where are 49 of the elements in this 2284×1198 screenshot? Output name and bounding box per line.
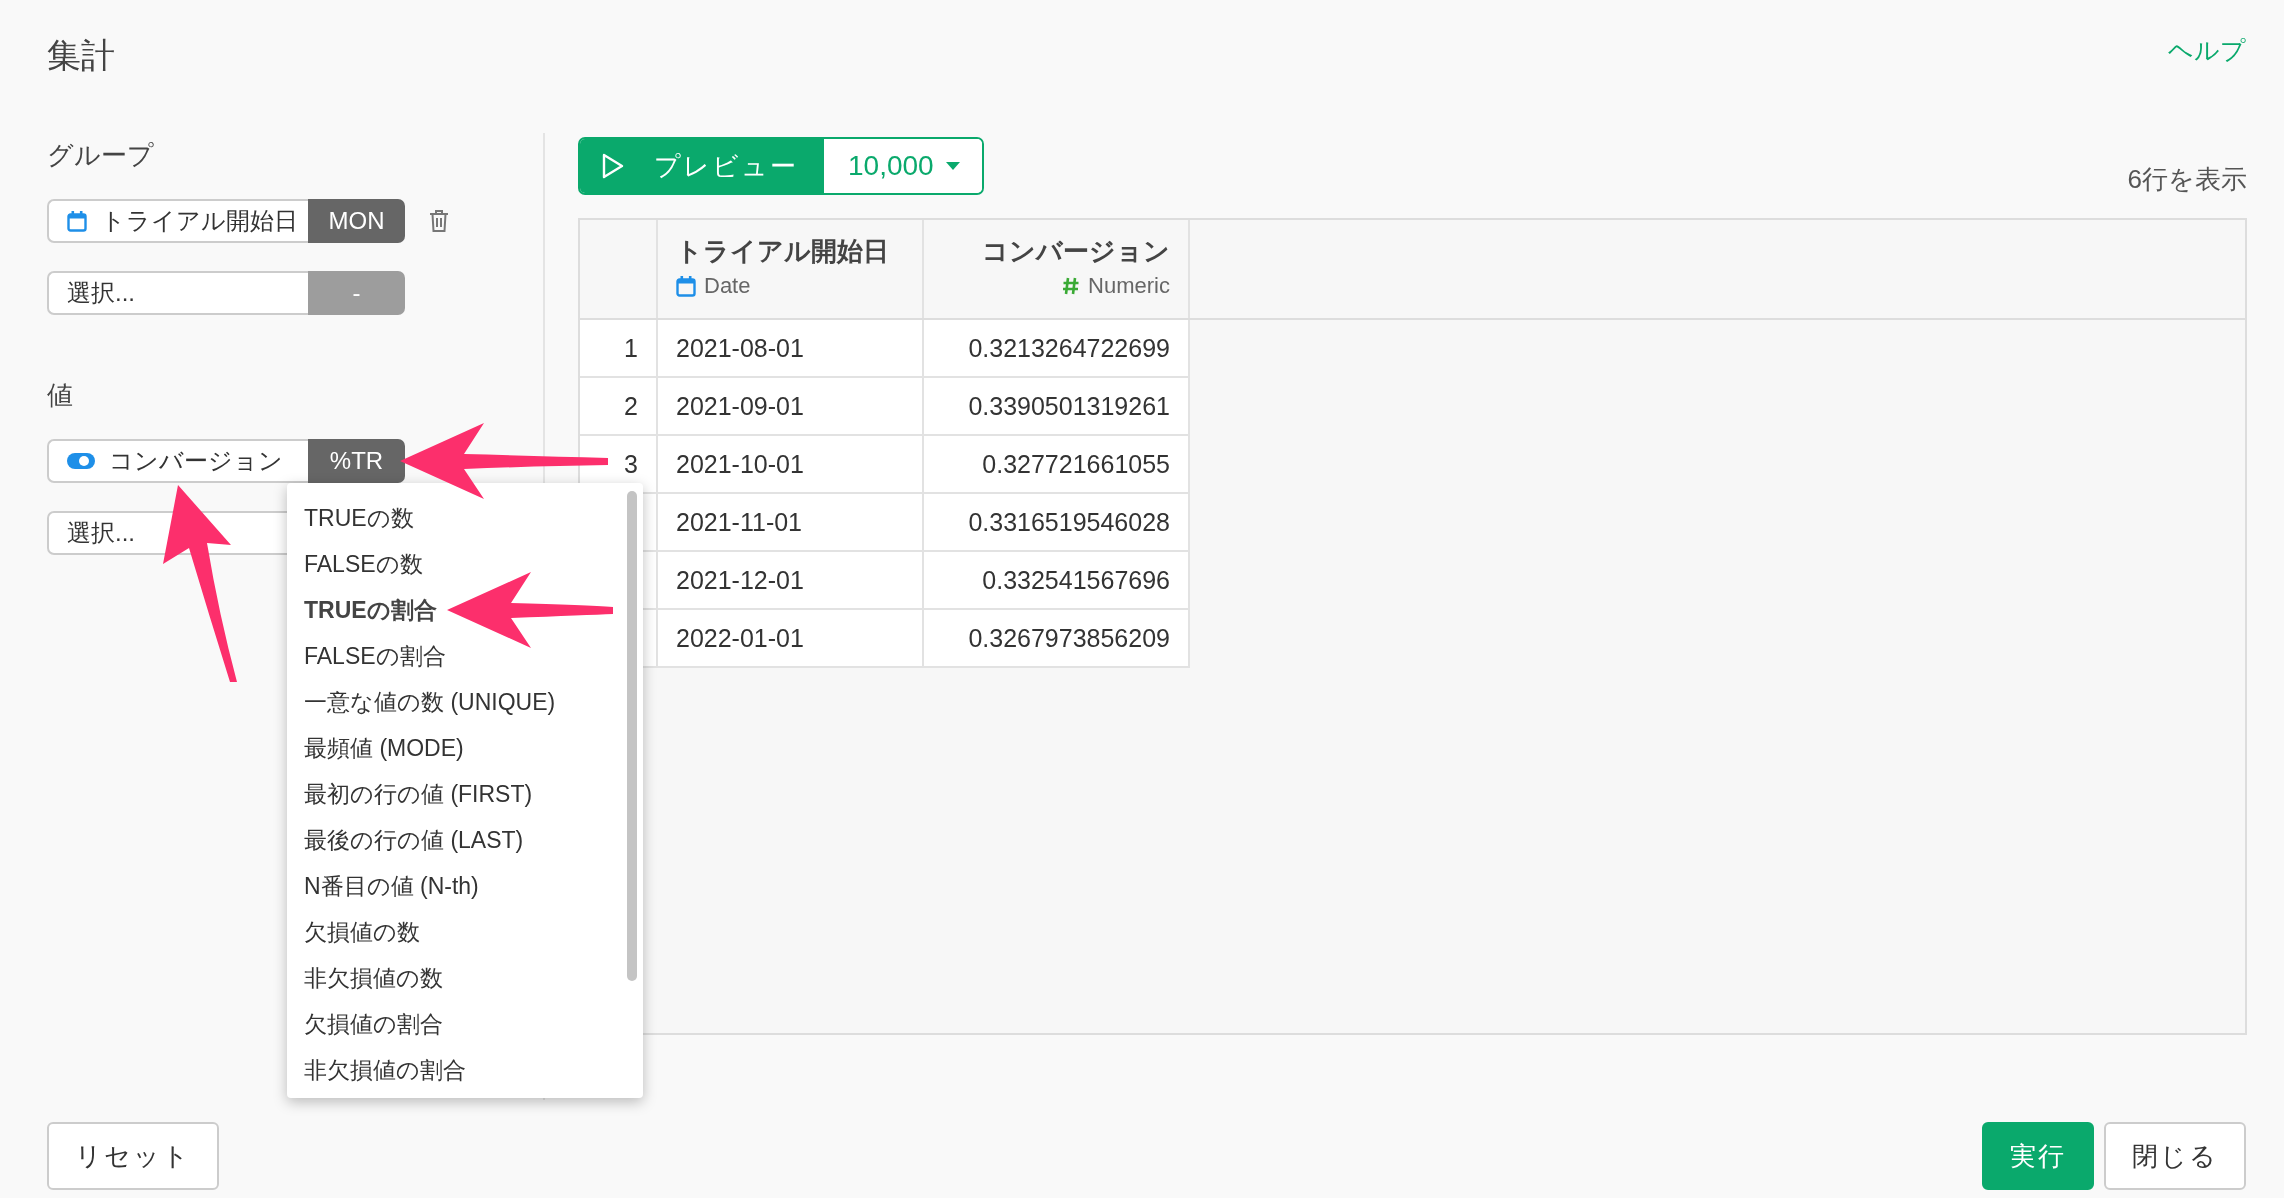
column-type: Numeric xyxy=(1088,273,1170,299)
table-cell: 2021-08-01 xyxy=(658,320,924,378)
menu-item[interactable]: 一意な値の数 (UNIQUE) xyxy=(287,679,643,725)
column-select[interactable]: トライアル開始日 xyxy=(47,199,308,243)
column-header[interactable]: トライアル開始日 xyxy=(676,234,904,269)
calendar-icon xyxy=(67,210,87,232)
table-cell: 0.3390501319261 xyxy=(924,378,1190,436)
menu-item[interactable]: 非欠損値の数 xyxy=(287,955,643,1001)
table-cell: 0.332541567696 xyxy=(924,552,1190,610)
row-number: 2 xyxy=(580,378,658,436)
row-count-label: 6行を表示 xyxy=(2127,163,2247,196)
close-button[interactable]: 閉じる xyxy=(2104,1122,2246,1190)
section-label: グループ xyxy=(47,139,155,172)
reset-button[interactable]: リセット xyxy=(47,1122,219,1190)
page-title: 集計 xyxy=(47,35,115,76)
table-cell: 0.3316519546028 xyxy=(924,494,1190,552)
menu-item[interactable]: N番目の値 (N-th) xyxy=(287,863,643,909)
menu-item[interactable]: 非欠損値の割合 xyxy=(287,1047,643,1093)
table-cell: 2021-12-01 xyxy=(658,552,924,610)
table-cell: 0.3213264722699 xyxy=(924,320,1190,378)
menu-item[interactable]: 最後の行の値 (LAST) xyxy=(287,817,643,863)
column-header[interactable]: コンバージョン xyxy=(942,234,1170,269)
delete-button[interactable] xyxy=(429,209,449,233)
table-cell: 2022-01-01 xyxy=(658,610,924,668)
hash-icon xyxy=(1062,276,1081,296)
table-cell: 2021-10-01 xyxy=(658,436,924,494)
menu-item[interactable]: 欠損値の数 xyxy=(287,909,643,955)
menu-item[interactable]: 欠損値の割合 xyxy=(287,1001,643,1047)
table-cell: 0.3267973856209 xyxy=(924,610,1190,668)
row-number: 1 xyxy=(580,320,658,378)
function-dropdown[interactable]: MON xyxy=(308,199,405,243)
section-label: 値 xyxy=(47,379,74,412)
calendar-icon xyxy=(676,275,696,297)
menu-item[interactable]: TRUEの割合 xyxy=(287,587,643,633)
menu-item[interactable]: 最初の行の値 (FIRST) xyxy=(287,771,643,817)
table-cell: 2021-09-01 xyxy=(658,378,924,436)
function-dropdown[interactable]: %TR xyxy=(308,439,405,483)
menu-item[interactable]: 最頻値 (MODE) xyxy=(287,725,643,771)
menu-item[interactable]: FALSEの割合 xyxy=(287,633,643,679)
column-select[interactable]: 選択... xyxy=(47,271,308,315)
table-cell: 2021-11-01 xyxy=(658,494,924,552)
table-cell: 0.327721661055 xyxy=(924,436,1190,494)
trash-icon xyxy=(429,209,449,233)
column-type: Date xyxy=(704,273,751,299)
scrollbar[interactable] xyxy=(627,491,637,981)
toggle-icon xyxy=(67,453,95,469)
play-icon xyxy=(602,153,624,179)
column-select[interactable]: コンバージョン xyxy=(47,439,308,483)
caret-icon xyxy=(945,162,960,170)
